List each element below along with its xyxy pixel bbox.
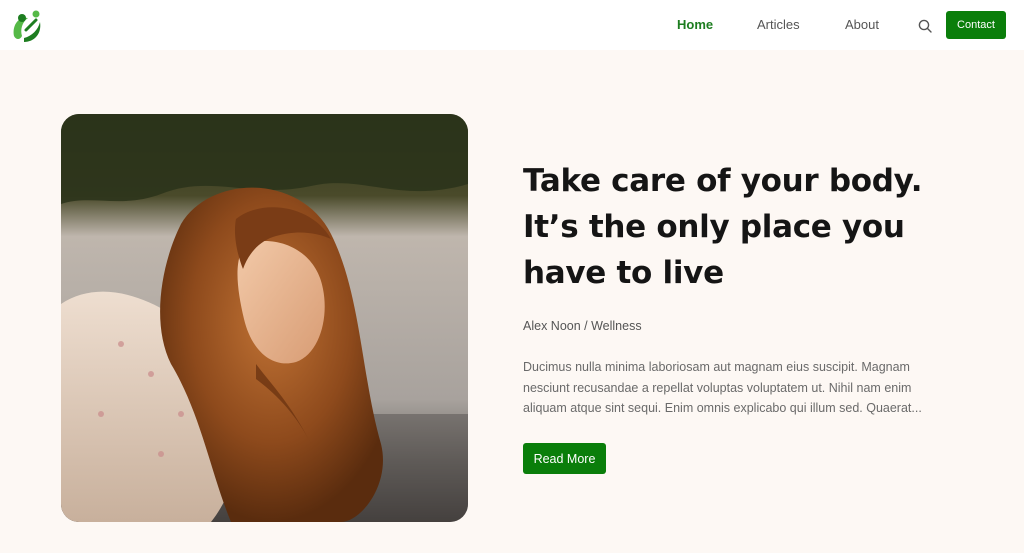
search-icon bbox=[918, 19, 932, 33]
nav-home[interactable]: Home bbox=[677, 17, 713, 32]
hero-image bbox=[61, 114, 468, 522]
hero-title-line: It’s the only place you bbox=[523, 209, 905, 245]
excerpt-line: nesciunt recusandae a repellat voluptas … bbox=[523, 380, 912, 395]
hero-title-line: have to live bbox=[523, 255, 724, 291]
contact-button[interactable]: Contact bbox=[946, 11, 1006, 39]
hero-title-line: Take care of your body. bbox=[523, 163, 923, 199]
logo-icon[interactable] bbox=[10, 6, 46, 44]
post-meta: Alex Noon / Wellness bbox=[523, 319, 642, 333]
read-more-button[interactable]: Read More bbox=[523, 443, 606, 474]
site-header: Home Articles About Contact bbox=[0, 0, 1024, 50]
post-excerpt: Ducimus nulla minima laboriosam aut magn… bbox=[523, 357, 923, 419]
excerpt-line: Ducimus nulla minima laboriosam aut magn… bbox=[523, 360, 910, 374]
search-button[interactable] bbox=[915, 16, 935, 36]
nav-articles[interactable]: Articles bbox=[757, 17, 800, 32]
nav-about[interactable]: About bbox=[845, 17, 879, 32]
excerpt-line: aliquam atque sint sequi. Enim omnis exp… bbox=[523, 401, 922, 415]
hero-title: Take care of your body. It’s the only pl… bbox=[523, 158, 943, 296]
